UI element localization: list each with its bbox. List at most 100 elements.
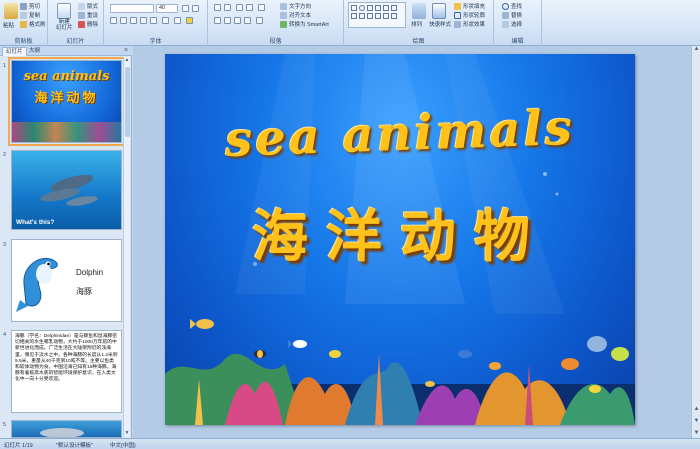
slide-scroll-down-icon[interactable]: ▼ xyxy=(693,430,700,438)
slide-counter: 幻灯片 1/19 xyxy=(4,443,33,449)
shape-effects-button[interactable]: 形状效果 xyxy=(454,20,485,28)
grow-font-icon[interactable] xyxy=(182,5,189,12)
increase-indent-icon[interactable] xyxy=(246,4,253,11)
quick-styles-icon[interactable] xyxy=(432,3,446,19)
justify-icon[interactable] xyxy=(244,17,251,24)
shapes-gallery[interactable] xyxy=(348,2,406,28)
thumb1-reef xyxy=(12,122,121,142)
scroll-up-icon[interactable]: ▲ xyxy=(124,57,130,64)
text-direction-button[interactable]: 文字方向 xyxy=(280,2,311,10)
panel-scrollbar[interactable]: ▲ ▼ xyxy=(123,57,130,437)
arrange-button[interactable]: 排列 xyxy=(411,20,422,28)
thumb1-title-en: sea animals xyxy=(23,69,110,84)
change-case-icon[interactable] xyxy=(174,17,181,24)
arrange-icon[interactable] xyxy=(412,3,426,19)
align-center-icon[interactable] xyxy=(224,17,231,24)
copy-icon xyxy=(20,11,27,19)
bold-icon[interactable] xyxy=(110,17,117,24)
font-name-combo[interactable] xyxy=(110,4,154,13)
next-slide-icon[interactable]: ▼ xyxy=(693,418,700,426)
shape-fill-button[interactable]: 形状填充 xyxy=(454,2,485,10)
font-group: 40 字体 xyxy=(104,0,208,46)
char-spacing-icon[interactable] xyxy=(162,17,169,24)
slide-thumb-4[interactable]: 海豚（学名：Delphinidae）是与鲸鱼和鼠海豚密切相关的水生哺乳动物，大约… xyxy=(11,330,122,413)
effects-icon xyxy=(454,20,461,28)
cut-button[interactable]: 剪切 xyxy=(20,2,40,10)
paragraph-group: 文字方向 对齐文本 转换为 SmartArt 段落 xyxy=(208,0,344,46)
panel-scroll-thumb[interactable] xyxy=(125,67,130,137)
close-panel-icon[interactable]: × xyxy=(124,47,128,54)
numbering-icon[interactable] xyxy=(224,4,231,11)
italic-icon[interactable] xyxy=(120,17,127,24)
replace-icon xyxy=(502,11,509,19)
slide-thumb-5[interactable] xyxy=(11,420,122,438)
decrease-indent-icon[interactable] xyxy=(236,4,243,11)
copy-button[interactable]: 复制 xyxy=(20,11,40,19)
smartart-button[interactable]: 转换为 SmartArt xyxy=(280,20,329,28)
thumb3-name-cn: 海豚 xyxy=(76,287,92,296)
scissors-icon xyxy=(20,2,27,10)
underline-icon[interactable] xyxy=(130,17,137,24)
quick-styles-button[interactable]: 快速样式 xyxy=(429,20,451,28)
shape-line-icon[interactable] xyxy=(367,5,373,11)
new-slide-button[interactable]: 新建 幻灯片 xyxy=(56,19,73,31)
slide-canvas: sea animals 海洋动物 ▲ ▲ ▼ ▼ xyxy=(133,46,700,438)
text-direction-icon xyxy=(280,2,287,10)
align-right-icon[interactable] xyxy=(234,17,241,24)
align-left-icon[interactable] xyxy=(214,17,221,24)
tab-outline[interactable]: 大纲 xyxy=(26,47,43,56)
scroll-down-icon[interactable]: ▼ xyxy=(124,430,130,437)
slide-number-4: 4 xyxy=(3,332,7,338)
shape-star-icon[interactable] xyxy=(391,5,397,11)
prev-slide-icon[interactable]: ▲ xyxy=(693,406,700,414)
line-spacing-icon[interactable] xyxy=(258,4,265,11)
shape-arrow-icon[interactable] xyxy=(375,5,381,11)
select-button[interactable]: 选择 xyxy=(502,20,522,28)
shape-oval-icon[interactable] xyxy=(359,5,365,11)
shape-bracket-icon[interactable] xyxy=(375,13,381,19)
delete-slide-button[interactable]: 删除 xyxy=(78,20,98,28)
reset-icon xyxy=(78,11,85,19)
theme-name: "默认设计模板" xyxy=(56,443,93,449)
tab-slides[interactable]: 幻灯片 xyxy=(2,47,27,56)
thumb5-dolphin xyxy=(40,428,84,437)
cartoon-dolphin-image xyxy=(16,257,58,312)
slide-thumb-1[interactable]: sea animals 海洋动物 xyxy=(8,57,125,146)
shadow-icon[interactable] xyxy=(150,17,157,24)
layout-button[interactable]: 版式 xyxy=(78,2,98,10)
shape-arc-icon[interactable] xyxy=(391,13,397,19)
shape-outline-button[interactable]: 形状轮廓 xyxy=(454,11,485,19)
columns-icon[interactable] xyxy=(256,17,263,24)
status-bar: 幻灯片 1/19 "默认设计模板" 中文(中国) xyxy=(0,438,700,449)
shape-triangle-icon[interactable] xyxy=(383,5,389,11)
slide-scrollbar[interactable]: ▲ ▲ ▼ ▼ xyxy=(691,46,700,438)
shape-brace-icon[interactable] xyxy=(359,13,365,19)
find-button[interactable]: 查找 xyxy=(502,2,522,10)
shape-banner-icon[interactable] xyxy=(383,13,389,19)
slides-label: 幻灯片 xyxy=(66,39,85,45)
new-slide-icon[interactable] xyxy=(57,3,71,19)
slide-scroll-up-icon[interactable]: ▲ xyxy=(693,46,700,54)
replace-button[interactable]: 替换 xyxy=(502,11,522,19)
bullets-icon[interactable] xyxy=(214,4,221,11)
shape-rect-icon[interactable] xyxy=(351,5,357,11)
main-slide[interactable]: sea animals 海洋动物 xyxy=(165,54,635,425)
editing-group: 查找 替换 选择 编辑 xyxy=(494,0,542,46)
language-indicator[interactable]: 中文(中国) xyxy=(110,441,136,449)
shrink-font-icon[interactable] xyxy=(192,5,199,12)
shape-curve-icon[interactable] xyxy=(367,13,373,19)
align-text-button[interactable]: 对齐文本 xyxy=(280,11,311,19)
font-label: 字体 xyxy=(149,39,162,45)
font-size-combo[interactable]: 40 xyxy=(156,4,178,13)
slide-thumb-3[interactable]: Dolphin 海豚 xyxy=(11,239,122,322)
strikethrough-icon[interactable] xyxy=(140,17,147,24)
slide-thumb-2[interactable]: What's this? xyxy=(11,150,122,230)
paste-icon[interactable] xyxy=(4,3,18,19)
format-painter-button[interactable]: 格式刷 xyxy=(20,20,46,28)
reset-button[interactable]: 重设 xyxy=(78,11,98,19)
shape-callout-icon[interactable] xyxy=(351,13,357,19)
font-color-icon[interactable] xyxy=(186,17,193,24)
paste-button[interactable]: 粘贴 xyxy=(3,21,14,29)
thumb4-text: 海豚（学名：Delphinidae）是与鲸鱼和鼠海豚密切相关的水生哺乳动物，大约… xyxy=(15,334,118,383)
fill-icon xyxy=(454,2,461,10)
